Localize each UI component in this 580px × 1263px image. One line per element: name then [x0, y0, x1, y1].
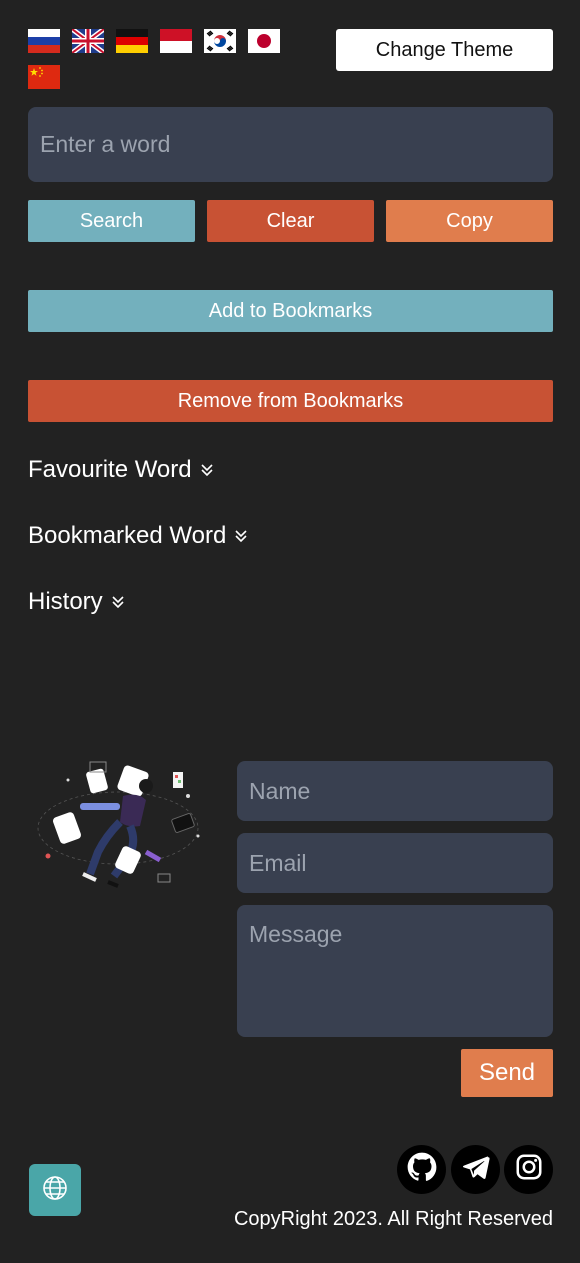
history-label: History — [28, 588, 103, 615]
favourite-word-toggle[interactable]: Favourite Word — [28, 456, 214, 484]
contact-illustration — [28, 756, 208, 896]
add-to-bookmarks-button[interactable]: Add to Bookmarks — [28, 290, 553, 332]
germany-flag-icon[interactable] — [116, 29, 148, 53]
telegram-icon — [461, 1152, 491, 1187]
chevrons-down-icon — [111, 595, 125, 609]
uk-flag-icon[interactable] — [72, 29, 104, 53]
history-toggle[interactable]: History — [28, 588, 125, 616]
remove-from-bookmarks-button[interactable]: Remove from Bookmarks — [28, 380, 553, 422]
send-button[interactable]: Send — [461, 1049, 553, 1097]
instagram-link[interactable] — [504, 1145, 553, 1194]
china-flag-icon[interactable] — [28, 65, 60, 89]
south-korea-flag-icon[interactable] — [204, 29, 236, 53]
instagram-icon — [514, 1152, 544, 1187]
github-link[interactable] — [397, 1145, 446, 1194]
telegram-link[interactable] — [451, 1145, 500, 1194]
word-search-input[interactable] — [28, 107, 553, 182]
globe-icon — [41, 1174, 69, 1207]
github-icon — [407, 1152, 437, 1187]
clear-button[interactable]: Clear — [207, 200, 374, 242]
search-button[interactable]: Search — [28, 200, 195, 242]
japan-flag-icon[interactable] — [248, 29, 280, 53]
language-switch-button[interactable] — [29, 1164, 81, 1216]
chevrons-down-icon — [234, 529, 248, 543]
favourite-word-label: Favourite Word — [28, 456, 192, 483]
email-field[interactable] — [237, 833, 553, 893]
copy-button[interactable]: Copy — [386, 200, 553, 242]
bookmarked-word-label: Bookmarked Word — [28, 522, 227, 549]
bookmarked-word-toggle[interactable]: Bookmarked Word — [28, 522, 248, 550]
copyright-text: CopyRight 2023. All Right Reserved — [233, 1208, 553, 1230]
name-field[interactable] — [237, 761, 553, 821]
chevrons-down-icon — [200, 463, 214, 477]
message-field[interactable] — [237, 905, 553, 1037]
page: Change Theme Search Clear Copy Add to Bo… — [0, 0, 580, 1263]
change-theme-button[interactable]: Change Theme — [336, 29, 553, 71]
indonesia-flag-icon[interactable] — [160, 29, 192, 53]
russia-flag-icon[interactable] — [28, 29, 60, 53]
